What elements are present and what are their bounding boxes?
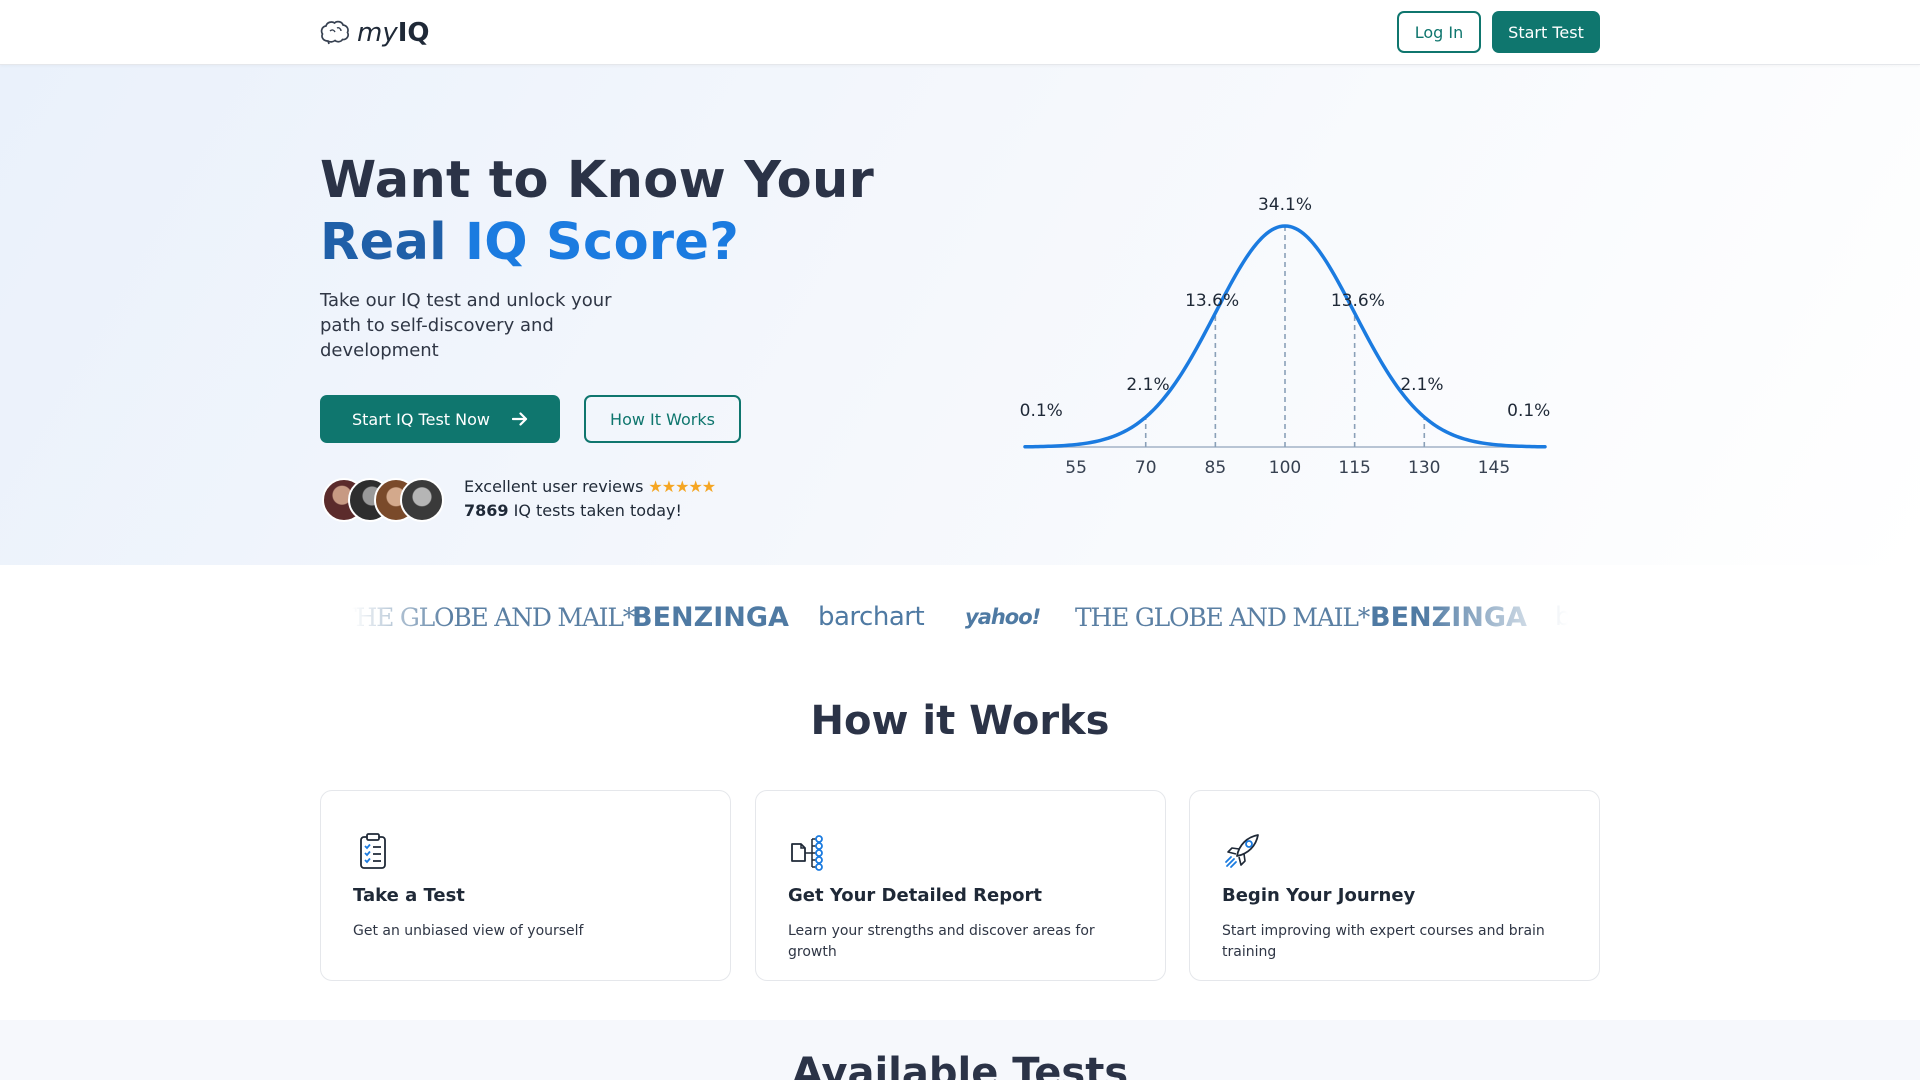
chart-tick-label: 85 [1205, 458, 1227, 478]
user-avatars [322, 478, 446, 522]
hero-title-real: Real [320, 213, 447, 272]
arrow-right-icon [512, 412, 528, 426]
press-logo-barchart: barchart [818, 602, 925, 632]
rocket-icon [1225, 834, 1259, 868]
hero-title-iqscore: IQ Score? [465, 213, 740, 272]
available-tests-title: Available Tests [791, 1050, 1129, 1080]
chart-segment-label: 2.1% [1126, 375, 1169, 395]
tests-taken-line: 7869 IQ tests taken today! [464, 501, 682, 520]
press-logo-benzinga: BENZINGA [1370, 601, 1527, 633]
chart-segment-label: 13.6% [1331, 291, 1385, 311]
site-header: myIQ Log In Start Test [0, 0, 1920, 65]
how-it-works-title: How it Works [810, 698, 1110, 744]
brain-icon [320, 20, 349, 45]
step-card-text: Start improving with expert courses and … [1222, 923, 1545, 960]
how-it-works-button[interactable]: How It Works [584, 395, 741, 443]
start-iq-test-label: Start IQ Test Now [351, 409, 490, 429]
chart-tick-label: 130 [1408, 458, 1440, 478]
start-iq-test-button[interactable]: Start IQ Test Now [320, 395, 560, 443]
hero-subtitle: Take our IQ test and unlock your path to… [320, 290, 612, 361]
step-card-title: Get Your Detailed Report [788, 885, 1042, 906]
reviews-text: Excellent user reviews [464, 477, 644, 496]
step-card-journey: Begin Your Journey Start improving with … [1189, 790, 1600, 981]
report-network-icon [791, 835, 823, 871]
logo-text: myIQ [357, 18, 430, 48]
logo[interactable]: myIQ [320, 16, 430, 50]
chart-tick-label: 55 [1065, 458, 1087, 478]
press-logo-benzinga: BENZINGA [632, 601, 789, 633]
avatar [400, 478, 444, 522]
step-card-text: Get an unbiased view of yourself [353, 923, 584, 939]
logo-my: my [357, 18, 398, 48]
tests-text: IQ tests taken today! [513, 501, 682, 520]
press-logos-strip: THE GLOBE AND MAIL* BENZINGA barchart ya… [352, 592, 1568, 642]
step-card-report: Get Your Detailed Report Learn your stre… [755, 790, 1166, 981]
press-logo-globe-and-mail: THE GLOBE AND MAIL* [1075, 602, 1370, 632]
hero-section [0, 65, 1920, 565]
chart-segment-label: 34.1% [1258, 195, 1312, 215]
chart-segment-label: 2.1% [1400, 375, 1443, 395]
logo-iq: IQ [397, 18, 430, 48]
chart-tick-label: 100 [1269, 458, 1301, 478]
chart-segment-label: 0.1% [1020, 401, 1063, 421]
press-logo-barchart: b [1555, 602, 1568, 632]
clipboard-checklist-icon [360, 833, 386, 869]
chart-segment-label: 0.1% [1507, 401, 1550, 421]
press-logo-yahoo: yahoo! [965, 605, 1041, 629]
login-button[interactable]: Log In [1397, 11, 1481, 53]
available-tests-section: Available Tests [0, 1020, 1920, 1080]
iq-distribution-chart: 55 70 85 100 115 130 145 0.1% 2.1% 13.6% 34.1% 13.6… [1020, 195, 1551, 478]
step-card-text: Learn your strengths and discover areas … [788, 923, 1095, 960]
step-card-take-test: Take a Test Get an unbiased view of your… [320, 790, 731, 981]
chart-tick-label: 145 [1478, 458, 1510, 478]
chart-tick-label: 115 [1338, 458, 1370, 478]
start-test-button[interactable]: Start Test [1492, 11, 1600, 53]
step-card-title: Take a Test [353, 885, 465, 906]
press-logo-globe-and-mail: THE GLOBE AND MAIL* [352, 602, 635, 632]
hero-title: Want to Know Your Real IQ Score? [320, 150, 874, 274]
tests-count: 7869 [464, 501, 509, 520]
star-rating-icon: ★★★★★ [648, 477, 716, 496]
hero-title-line1: Want to Know Your [320, 151, 875, 210]
chart-segment-label: 13.6% [1185, 291, 1239, 311]
step-card-title: Begin Your Journey [1222, 885, 1416, 906]
reviews-line: Excellent user reviews ★★★★★ [464, 477, 716, 496]
chart-tick-label: 70 [1135, 458, 1157, 478]
